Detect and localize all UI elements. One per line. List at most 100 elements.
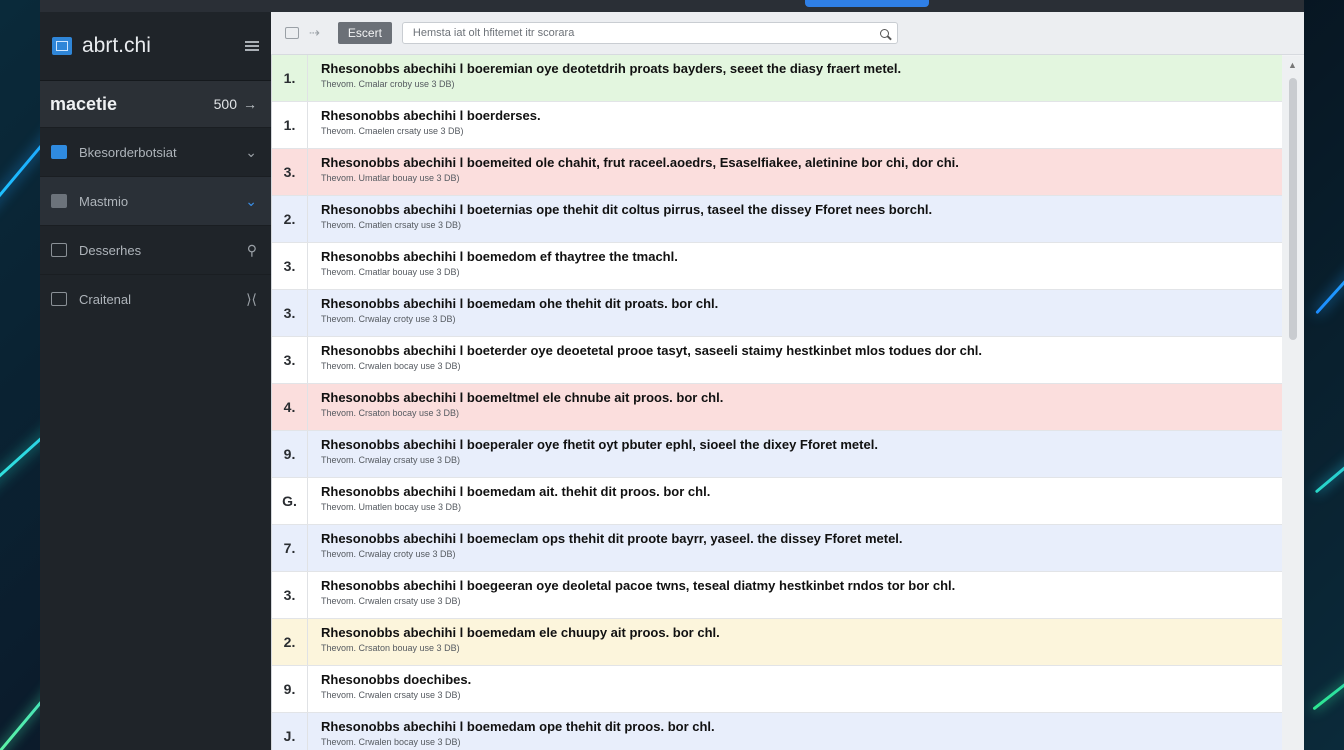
row-title: Rhesonobbs doechibes. [321,672,472,687]
sidebar-item-2[interactable]: Mastmio ⌄ [40,176,271,225]
window-titlebar [40,0,1304,12]
row-title: Rhesonobbs abechihi l boemedam ope thehi… [321,719,715,734]
collapse-icon: ⟩⟨ [246,290,257,307]
search-input[interactable] [410,26,880,40]
list-item[interactable]: 3. Rhesonobbs abechihi l boemedom ef thay… [272,243,1282,290]
titlebar-accent-tab[interactable] [805,0,929,7]
hamburger-menu-icon[interactable] [245,41,259,51]
row-number: 9. [272,666,308,712]
row-subtitle: Thevom. Crwalen bocay use 3 DB) [321,737,461,747]
row-content: Rhesonobbs abechihi l boeternias ope the… [308,196,932,242]
list-item[interactable]: 9. Rhesonobbs doechibes. Thevom. Crwalen c… [272,666,1282,713]
sidebar-item-1[interactable]: Bkesorderbotsiat ⌄ [40,127,271,176]
row-content: Rhesonobbs doechibes. Thevom. Crwalen crs… [308,666,471,712]
row-content: Rhesonobbs abechihi l boeremian oye deot… [308,55,901,101]
list-item[interactable]: 7. Rhesonobbs abechihi l boemeclam ops th… [272,525,1282,572]
row-subtitle: Thevom. Crwalen crsaty use 3 DB) [321,596,461,606]
swap-arrows-icon[interactable]: ⇢ [309,25,320,41]
search-icon[interactable] [879,28,889,38]
list-item[interactable]: 3. Rhesonobbs abechihi l boemedam ohe the… [272,290,1282,337]
list-item[interactable]: G. Rhesonobbs abechihi l boemedam ait. th… [272,478,1282,525]
chevron-down-icon: ⌄ [245,143,257,160]
sidebar-brand: abrt.chi [40,12,271,81]
main-panel: ⇢ Escert 1. Rhesonobbs abechihi l boeremi… [271,12,1304,750]
row-number: G. [272,478,308,524]
row-subtitle: Thevom. Cmatlar bouay use 3 DB) [321,267,460,277]
list-item[interactable]: 1. Rhesonobbs abechihi l boerderses. Thevo… [272,102,1282,149]
row-subtitle: Thevom. Cmaelen crsaty use 3 DB) [321,126,464,136]
row-title: Rhesonobbs abechihi l boegeeran oye deol… [321,578,956,593]
row-content: Rhesonobbs abechihi l boemeclam ops theh… [308,525,903,571]
list-item[interactable]: 3. Rhesonobbs abechihi l boemeited ole ch… [272,149,1282,196]
row-title: Rhesonobbs abechihi l boeperaler oye fhe… [321,437,878,452]
row-title: Rhesonobbs abechihi l boeremian oye deot… [321,61,902,76]
sidebar: abrt.chi macetie 500 → Bkesorderbotsiat … [40,12,271,750]
toolbar: ⇢ Escert [271,12,1304,55]
chevron-down-icon: ⌄ [245,192,257,209]
row-content: Rhesonobbs abechihi l boemedom ef thaytr… [308,243,678,289]
sidebar-item-4[interactable]: Craitenal ⟩⟨ [40,274,271,323]
row-subtitle: Thevom. Crwalen bocay use 3 DB) [321,361,461,371]
list-item[interactable]: 1. Rhesonobbs abechihi l boeremian oye de… [272,55,1282,102]
row-content: Rhesonobbs abechihi l boemedam ele chuup… [308,619,720,665]
row-subtitle: Thevom. Crwalay croty use 3 DB) [321,314,456,324]
sidebar-item-label: Craitenal [79,291,132,307]
list-item[interactable]: 9. Rhesonobbs abechihi l boeperaler oye f… [272,431,1282,478]
row-number: 2. [272,619,308,665]
building-icon [51,194,67,208]
row-subtitle: Thevom. Cmalar croby use 3 DB) [321,79,455,89]
export-button[interactable]: Escert [337,22,392,44]
sidebar-item-label: Mastmio [79,193,129,209]
row-content: Rhesonobbs abechihi l boeperaler oye fhe… [308,431,878,477]
row-title: Rhesonobbs abechihi l boemeited ole chah… [321,155,959,170]
list-item[interactable]: 3. Rhesonobbs abechihi l boegeeran oye de… [272,572,1282,619]
row-number: 1. [272,102,308,148]
row-content: Rhesonobbs abechihi l boeterder oye deoe… [308,337,982,383]
row-title: Rhesonobbs abechihi l boemedam ait. theh… [321,484,711,499]
row-title: Rhesonobbs abechihi l boemedam ele chuup… [321,625,720,640]
row-number: 3. [272,290,308,336]
vertical-scrollbar[interactable]: ▲ [1282,56,1304,750]
row-content: Rhesonobbs abechihi l boemedam ope thehi… [308,713,715,750]
project-name: macetie [50,93,118,114]
arrow-right-icon: → [243,96,257,112]
row-content: Rhesonobbs abechihi l boemeited ole chah… [308,149,959,195]
row-subtitle: Thevom. Cmatlen crsaty use 3 DB) [321,220,462,230]
row-subtitle: Thevom. Umatlar bouay use 3 DB) [321,173,460,183]
row-title: Rhesonobbs abechihi l boemeclam ops theh… [321,531,903,546]
row-title: Rhesonobbs abechihi l boeterder oye deoe… [321,343,983,358]
row-subtitle: Thevom. Umatlen bocay use 3 DB) [321,502,462,512]
row-number: 7. [272,525,308,571]
list-item[interactable]: J. Rhesonobbs abechihi l boemedam ope the… [272,713,1282,750]
user-card-icon [51,292,67,306]
sidebar-item-3[interactable]: Desserhes ⚲ [40,225,271,274]
row-number: 3. [272,243,308,289]
scroll-thumb[interactable] [1289,78,1297,340]
sidebar-project[interactable]: macetie 500 → [40,81,271,127]
layout-icon[interactable] [285,27,299,39]
row-content: Rhesonobbs abechihi l boerderses. Thevom.… [308,102,541,148]
row-number: 3. [272,149,308,195]
row-number: 3. [272,572,308,618]
wallpaper-streak [1315,148,1344,315]
row-content: Rhesonobbs abechihi l boegeeran oye deol… [308,572,955,618]
search-box[interactable] [401,22,898,44]
row-subtitle: Thevom. Crsaton bocay use 3 DB) [321,408,460,418]
row-subtitle: Thevom. Crsaton bouay use 3 DB) [321,643,460,653]
row-subtitle: Thevom. Crwalen crsaty use 3 DB) [321,690,461,700]
sidebar-item-label: Desserhes [79,242,142,258]
wallpaper-streak [1314,349,1344,494]
row-content: Rhesonobbs abechihi l boemeltmel ele chn… [308,384,723,430]
pin-icon: ⚲ [246,241,257,258]
row-title: Rhesonobbs abechihi l boeternias ope the… [321,202,933,217]
scroll-up-arrow-icon[interactable]: ▲ [1288,60,1297,70]
list-item[interactable]: 2. Rhesonobbs abechihi l boemedam ele chu… [272,619,1282,666]
row-number: 1. [272,55,308,101]
list-item[interactable]: 3. Rhesonobbs abechihi l boeterder oye de… [272,337,1282,384]
list-item[interactable]: 2. Rhesonobbs abechihi l boeternias ope t… [272,196,1282,243]
list-item[interactable]: 4. Rhesonobbs abechihi l boemeltmel ele c… [272,384,1282,431]
row-number: 2. [272,196,308,242]
row-number: 3. [272,337,308,383]
item-list: 1. Rhesonobbs abechihi l boeremian oye de… [271,55,1282,750]
row-number: 9. [272,431,308,477]
